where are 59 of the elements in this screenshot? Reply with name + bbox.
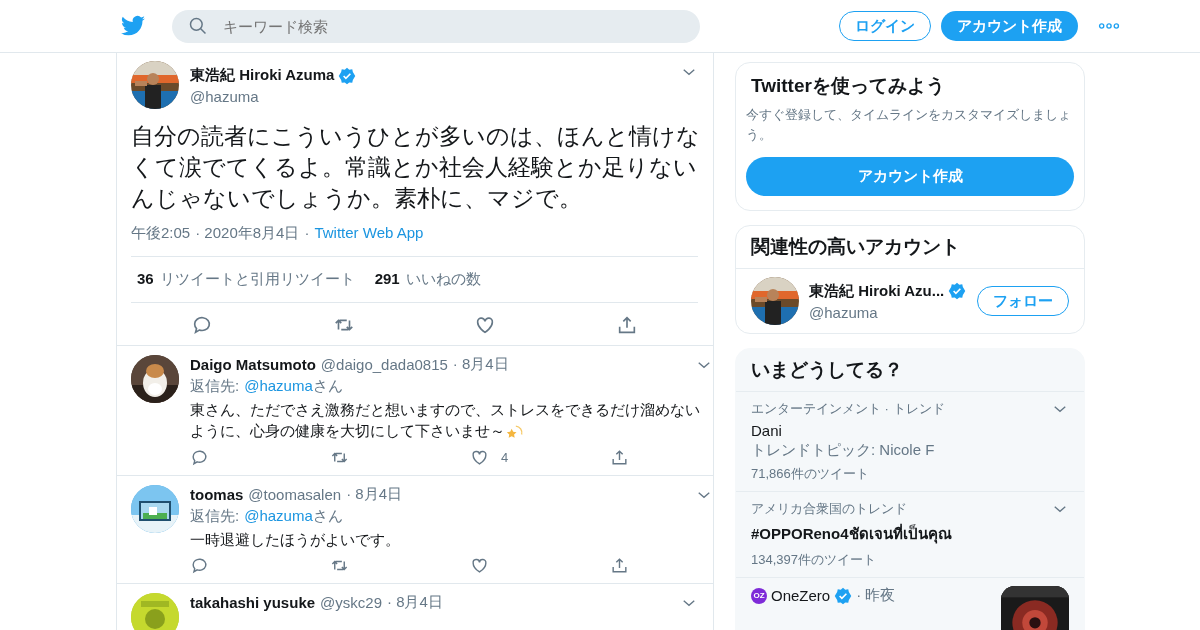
- tweet-date[interactable]: · 2020年8月4日: [195, 224, 300, 243]
- user-handle[interactable]: @toomasalen: [248, 486, 342, 504]
- follow-button[interactable]: フォロー: [977, 286, 1069, 316]
- tweet-date[interactable]: · 8月4日: [452, 355, 509, 374]
- like-icon[interactable]: [470, 448, 489, 468]
- user-name[interactable]: toomas: [190, 486, 244, 504]
- stat-label[interactable]: いいねの数: [405, 270, 481, 289]
- tweet-count: 71,866件のツイート: [751, 465, 870, 483]
- reply-suffix: さん: [312, 377, 343, 396]
- reply-icon[interactable]: [190, 556, 209, 576]
- more-icon[interactable]: [1098, 22, 1120, 30]
- reply-icon[interactable]: [190, 448, 209, 468]
- share-icon[interactable]: [610, 448, 629, 468]
- news-source[interactable]: OneZero: [771, 587, 831, 604]
- trend-context: アメリカ合衆国のトレンド: [751, 500, 907, 518]
- reply-text: 東さん、ただでさえ激務だと想いますので、ストレスをできるだけ溜めないように、心身の健康を大切にして下さいませ～: [190, 399, 713, 443]
- trend-context: エンターテインメント · トレンド: [751, 400, 945, 418]
- trend-topic: トレンドトピック: Nicole F: [751, 441, 936, 460]
- reply-icon[interactable]: [191, 314, 213, 336]
- source-link[interactable]: Twitter Web App: [314, 224, 424, 243]
- card-title: いまどうしてる？: [751, 358, 904, 382]
- card-title: 関連性の高いアカウント: [751, 235, 961, 259]
- tweet-time[interactable]: 午後2:05: [131, 224, 191, 243]
- mention-link[interactable]: @hazuma: [244, 507, 313, 527]
- like-icon[interactable]: [470, 556, 489, 576]
- reply-suffix: さん: [312, 507, 343, 527]
- card-title: Twitterを使ってみよう: [751, 74, 946, 98]
- card-text: 今すぐ登録して、タイムラインをカスタマイズしましょう。: [746, 106, 1072, 144]
- trend-name[interactable]: Dani: [751, 422, 1069, 439]
- tweet-date[interactable]: · 8月4日: [387, 593, 443, 613]
- separator-dot: ·: [304, 224, 310, 243]
- like-count: 4: [501, 450, 509, 466]
- news-time: · 昨夜: [856, 586, 896, 605]
- mention-link[interactable]: @hazuma: [244, 377, 313, 396]
- source-logo: OZ: [751, 587, 767, 604]
- stat-count[interactable]: 36: [137, 270, 154, 289]
- user-handle[interactable]: @hazuma: [809, 303, 967, 321]
- tweet-text: 自分の読者にこういうひとが多いのは、ほんと情けなくて涙でてくるよ。常識とか社会人経験とか足りないんじゃないでしょうか。素朴に、マジで。: [131, 122, 701, 213]
- user-name[interactable]: Daigo Matsumoto: [190, 356, 316, 373]
- trend-name[interactable]: #OPPOReno4ชัดเจนที่เป็นคุณ: [751, 522, 1069, 546]
- tweet-date[interactable]: · 8月4日: [346, 485, 402, 505]
- user-handle[interactable]: @hazuma: [190, 88, 669, 105]
- reply-label: 返信先:: [190, 507, 240, 527]
- share-icon[interactable]: [610, 556, 629, 576]
- stat-label[interactable]: リツイートと引用リツイート: [159, 270, 355, 289]
- reply-text: 一時退避したほうがよいです。: [190, 530, 401, 551]
- user-name[interactable]: 東浩紀 Hiroki Azuma: [190, 66, 335, 85]
- signup-button[interactable]: アカウント作成: [941, 11, 1078, 41]
- login-button[interactable]: ログイン: [839, 11, 931, 41]
- search-field[interactable]: キーワード検索: [172, 9, 700, 43]
- user-handle[interactable]: @daigo_dada0815: [320, 356, 448, 373]
- stat-count[interactable]: 291: [374, 270, 400, 289]
- reply-label: 返信先:: [190, 377, 240, 396]
- search-icon: [188, 15, 208, 36]
- user-name[interactable]: 東浩紀 Hiroki Azu...: [809, 281, 945, 301]
- user-name[interactable]: takahashi yusuke: [190, 594, 316, 612]
- tweet-count: 134,397件のツイート: [751, 551, 877, 569]
- signup-button[interactable]: アカウント作成: [746, 157, 1074, 196]
- user-handle[interactable]: @yskc29: [320, 594, 382, 612]
